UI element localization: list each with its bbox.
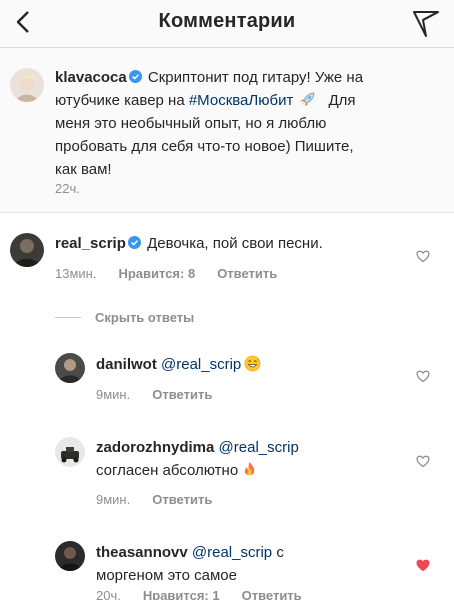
comment-username[interactable]: real_scrip [55,235,126,252]
avatar-theasannovv[interactable] [55,541,85,571]
mention-link[interactable]: @real_scrip [219,439,299,456]
caption-text-line-1: Скриптонит под гитару! Уже на [147,69,364,86]
caption-text-line-4: пробовать для себя что-то новое) Пишите, [55,138,354,155]
reply-button[interactable]: Ответить [152,387,212,402]
heart-outline-icon[interactable] [416,454,430,468]
page-title: Комментарии [158,10,296,32]
fire-emoji-icon [244,462,255,476]
grinning-sweat-emoji-icon [244,355,261,372]
caption-text-line-3: меня это необычный опыт, но я люблю [55,115,327,132]
mention-link[interactable]: @real_scrip [192,544,272,561]
top-bar: Комментарии [0,0,454,48]
divider-line [55,317,81,318]
verified-badge-icon [127,236,141,249]
verified-badge-icon [128,70,142,83]
rocket-emoji-icon [301,92,315,106]
reply-timestamp: 20ч. [96,588,121,600]
mention-link[interactable]: @real_scrip [161,356,241,373]
heart-outline-icon[interactable] [416,369,430,383]
post-caption: klavacoca Скриптонит под гитару! Уже на … [0,48,454,213]
comment-row: real_scrip Девочка, пой свои песни. [55,232,395,255]
heart-filled-icon[interactable] [416,558,430,572]
avatar-zadorozhnydima[interactable] [55,437,85,467]
reply-timestamp: 9мин. [96,387,131,402]
hide-replies-toggle[interactable]: Скрыть ответы [55,310,194,328]
comment-text: Девочка, пой свои песни. [147,235,323,252]
reply-text-line-2: моргеном это самое [96,567,237,584]
reply-username[interactable]: zadorozhnydima [96,439,214,456]
reply-row: zadorozhnydima @real_scrip согласен абсо… [96,436,396,482]
reply-likes[interactable]: Нравится: 1 [143,588,220,600]
reply-button[interactable]: Ответить [152,492,212,507]
caption-text-line-2b: Для [328,92,356,109]
caption-username[interactable]: klavacoca [55,69,127,86]
reply-text-line-1: с [276,544,284,561]
direct-send-icon[interactable] [410,7,442,39]
back-arrow-icon[interactable] [8,6,40,38]
reply-text: согласен абсолютно [96,462,239,479]
reply-button[interactable]: Ответить [217,266,277,281]
hashtag-link[interactable]: #МоскваЛюбит [189,92,294,109]
avatar-klavacoca[interactable] [10,68,44,102]
caption-text-line-2: ютубчике кавер на [55,92,185,109]
avatar-real-scrip[interactable] [10,233,44,267]
reply-timestamp: 9мин. [96,492,131,507]
hide-replies-label: Скрыть ответы [95,310,195,325]
comment-timestamp: 13мин. [55,266,97,281]
caption-text-line-5: как вам! [55,161,112,178]
caption-timestamp: 22ч. [55,181,80,196]
heart-outline-icon[interactable] [416,249,430,263]
avatar-danilwot[interactable] [55,353,85,383]
reply-row: theasannovv @real_scrip с моргеном это с… [96,541,396,587]
comment-likes[interactable]: Нравится: 8 [118,266,195,281]
reply-username[interactable]: danilwot [96,356,157,373]
reply-button[interactable]: Ответить [242,588,302,600]
reply-row: danilwot @real_scrip [96,353,396,376]
reply-username[interactable]: theasannovv [96,544,188,561]
